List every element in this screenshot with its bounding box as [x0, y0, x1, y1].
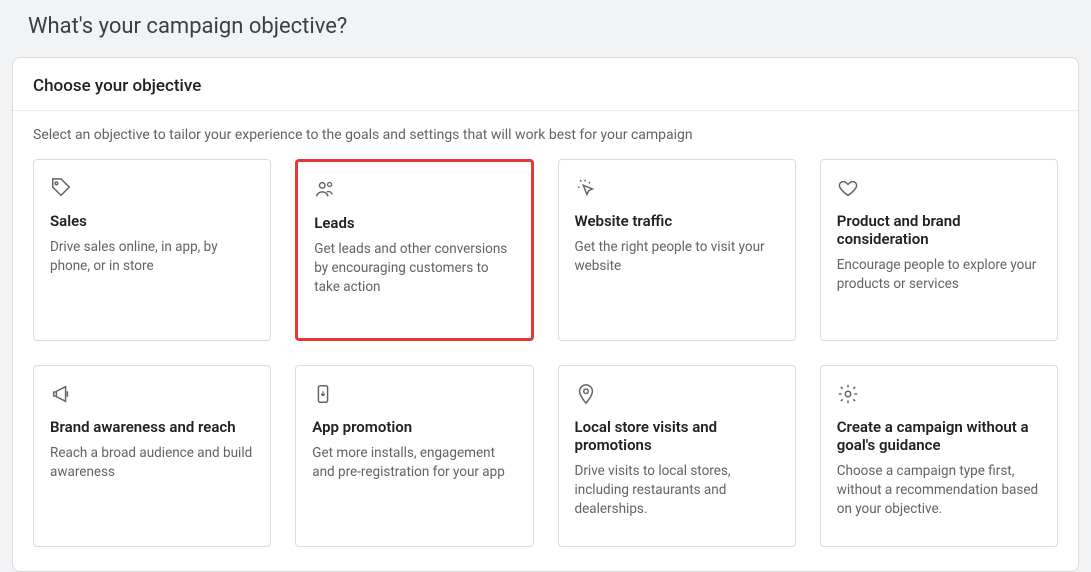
pin-icon [575, 382, 779, 406]
card-desc: Drive sales online, in app, by phone, or… [50, 238, 254, 276]
objective-card-product-brand[interactable]: Product and brand consideration Encourag… [820, 159, 1058, 341]
objective-card-sales[interactable]: Sales Drive sales online, in app, by pho… [33, 159, 271, 341]
card-desc: Get more installs, engagement and pre-re… [312, 444, 516, 482]
objective-card-website-traffic[interactable]: Website traffic Get the right people to … [558, 159, 796, 341]
objective-card-no-goal[interactable]: Create a campaign without a goal's guida… [820, 365, 1058, 547]
objective-panel: Choose your objective Select an objectiv… [12, 57, 1079, 572]
card-title: Sales [50, 212, 254, 230]
panel-description: Select an objective to tailor your exper… [13, 111, 1078, 153]
click-icon [575, 176, 779, 200]
page-title: What's your campaign objective? [0, 0, 1091, 57]
card-desc: Drive visits to local stores, including … [575, 462, 779, 519]
heart-icon [837, 176, 1041, 200]
objective-card-app-promotion[interactable]: App promotion Get more installs, engagem… [295, 365, 533, 547]
objective-card-brand-awareness[interactable]: Brand awareness and reach Reach a broad … [33, 365, 271, 547]
card-desc: Choose a campaign type first, without a … [837, 462, 1041, 519]
app-icon [312, 382, 516, 406]
card-title: Local store visits and promotions [575, 418, 779, 454]
objective-grid: Sales Drive sales online, in app, by pho… [13, 153, 1078, 571]
card-title: Leads [314, 214, 514, 232]
card-title: Create a campaign without a goal's guida… [837, 418, 1041, 454]
card-title: App promotion [312, 418, 516, 436]
megaphone-icon [50, 382, 254, 406]
gear-icon [837, 382, 1041, 406]
card-title: Website traffic [575, 212, 779, 230]
panel-title: Choose your objective [13, 58, 1078, 111]
objective-card-leads[interactable]: Leads Get leads and other conversions by… [295, 159, 533, 341]
card-desc: Reach a broad audience and build awarene… [50, 444, 254, 482]
leads-icon [314, 178, 514, 202]
card-desc: Get the right people to visit your websi… [575, 238, 779, 276]
card-desc: Get leads and other conversions by encou… [314, 240, 514, 297]
tag-icon [50, 176, 254, 200]
card-title: Product and brand consideration [837, 212, 1041, 248]
objective-card-local-store[interactable]: Local store visits and promotions Drive … [558, 365, 796, 547]
card-title: Brand awareness and reach [50, 418, 254, 436]
card-desc: Encourage people to explore your product… [837, 256, 1041, 294]
